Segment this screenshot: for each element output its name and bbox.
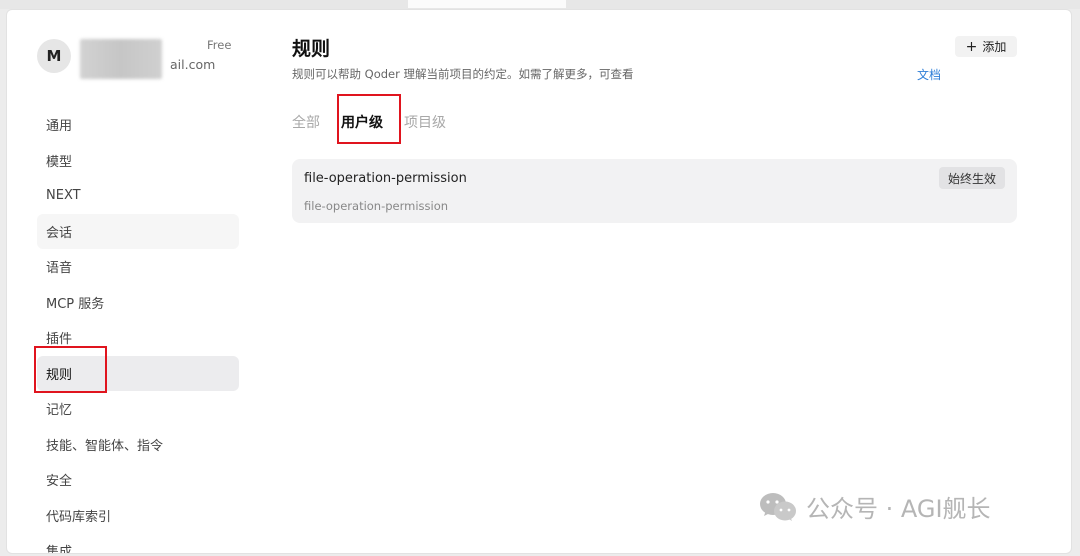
sidebar-item-codebase-index[interactable]: 代码库索引 (37, 498, 239, 534)
sidebar-item-label: 插件 (46, 332, 73, 348)
plan-badge: Free (207, 38, 232, 52)
sidebar-item-memory[interactable]: 记忆 (37, 391, 239, 427)
tab-project-level[interactable]: 项目级 (404, 112, 446, 144)
sidebar-item-security[interactable]: 安全 (37, 462, 239, 498)
sidebar-item-label: NEXT (46, 188, 81, 204)
tab-all[interactable]: 全部 (292, 112, 320, 144)
sidebar-item-label: 会话 (46, 225, 73, 241)
sidebar-item-skills[interactable]: 技能、智能体、指令 (37, 427, 239, 463)
sidebar-item-general[interactable]: 通用 (37, 107, 239, 143)
sidebar-item-label: 记忆 (46, 403, 73, 419)
docs-link[interactable]: 文档 (917, 66, 941, 83)
sidebar-item-label: 集成 (46, 545, 73, 554)
rule-name: file-operation-permission (304, 171, 467, 186)
window-tab (408, 0, 566, 8)
page-title: 规则 (292, 38, 331, 60)
window-top-strip (0, 0, 1080, 9)
account-email: ail.com (170, 57, 216, 72)
rule-mode-badge[interactable]: 始终生效 (938, 167, 1005, 189)
sidebar-item-next[interactable]: NEXT (37, 178, 239, 214)
sidebar-item-label: 技能、智能体、指令 (46, 438, 164, 454)
rule-description: file-operation-permission (304, 199, 449, 213)
rule-card[interactable]: file-operation-permission file-operation… (292, 159, 1017, 223)
redacted-username (80, 39, 162, 79)
sidebar-item-label: 代码库索引 (46, 509, 112, 525)
sidebar-nav: 通用 模型 NEXT 会话 语音 MCP 服务 插件 规则 记忆 技能、智能体、… (37, 107, 239, 554)
page-description: 规则可以帮助 Qoder 理解当前项目的约定。如需了解更多，可查看 (292, 67, 634, 81)
sidebar-item-label: 模型 (46, 154, 73, 170)
sidebar-item-mcp[interactable]: MCP 服务 (37, 285, 239, 321)
sidebar-item-label: 安全 (46, 474, 73, 490)
highlight-box-user-tab (337, 94, 401, 144)
add-rule-button[interactable]: + 添加 (955, 36, 1017, 57)
sidebar-item-integrations[interactable]: 集成 (37, 533, 239, 554)
avatar[interactable]: M (37, 39, 71, 73)
add-rule-label: 添加 (982, 40, 1007, 54)
sidebar-item-models[interactable]: 模型 (37, 143, 239, 179)
watermark-text: 公众号 · AGI舰长 (806, 495, 991, 523)
sidebar-item-label: MCP 服务 (46, 296, 105, 312)
wechat-icon (760, 492, 796, 521)
sidebar-item-voice[interactable]: 语音 (37, 249, 239, 285)
sidebar-item-chat[interactable]: 会话 (37, 213, 239, 249)
sidebar-item-label: 通用 (46, 119, 73, 135)
watermark: 公众号 · AGI舰长 (758, 489, 991, 524)
settings-window: M Free ail.com 通用 模型 NEXT 会话 语音 MCP 服务 插… (6, 9, 1072, 554)
plus-icon: + (965, 38, 978, 55)
sidebar-item-label: 语音 (46, 261, 73, 277)
highlight-box-rules-nav (34, 346, 107, 393)
